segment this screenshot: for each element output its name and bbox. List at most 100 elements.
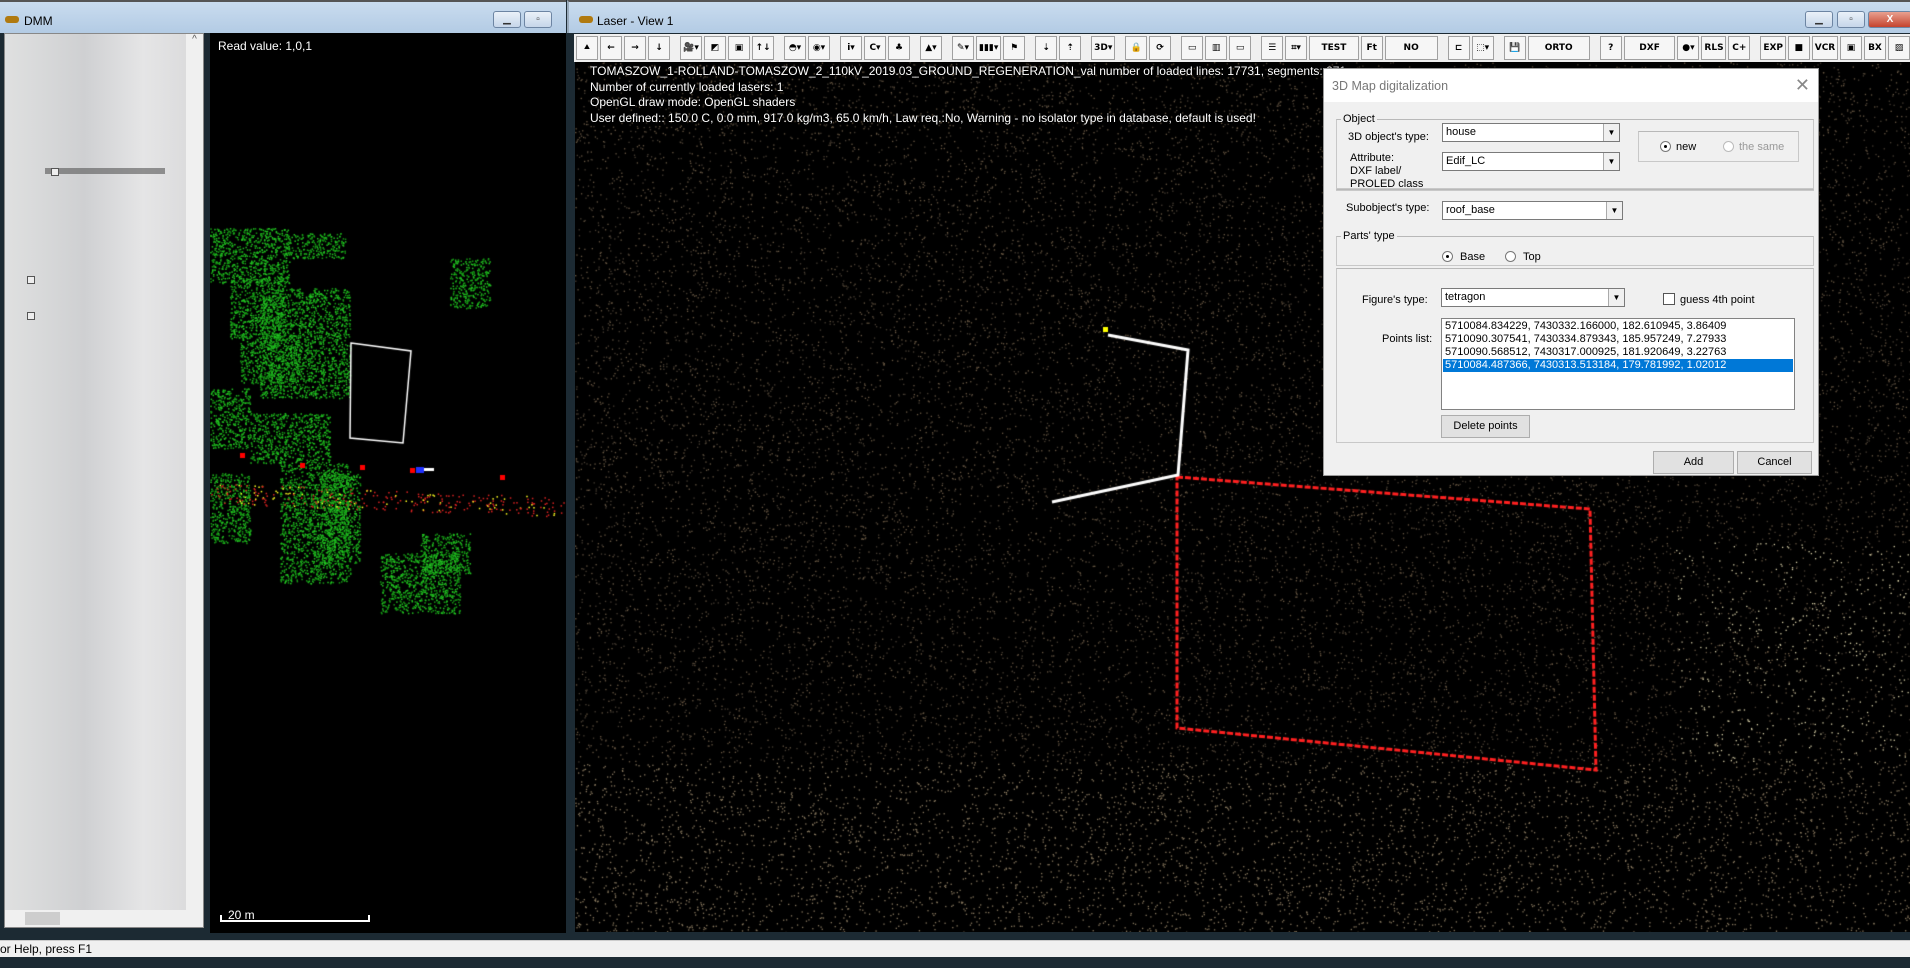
minimize-button[interactable]: ▁: [493, 11, 521, 28]
tree-item[interactable]: [45, 168, 165, 174]
radio-label: Top: [1523, 251, 1541, 263]
map-canvas[interactable]: [210, 33, 566, 933]
window-title: DMM: [24, 14, 53, 28]
points-up-icon[interactable]: ⇡: [1059, 36, 1082, 60]
rainbow-icon[interactable]: ▣: [1839, 36, 1862, 60]
radio-new[interactable]: [1660, 141, 1671, 152]
arrow-down-icon[interactable]: ↓: [648, 36, 670, 60]
maximize-button[interactable]: ▫: [1837, 11, 1865, 28]
chevron-down-icon[interactable]: ▼: [1603, 124, 1619, 141]
app-icon: [5, 16, 19, 23]
lock-box-icon[interactable]: ▣: [728, 36, 750, 60]
digitalization-dialog: 3D Map digitalization ✕ Object 3D object…: [1323, 68, 1819, 476]
map-icon[interactable]: ⚑: [1003, 36, 1026, 60]
3d-print-icon[interactable]: 3D▾: [1091, 36, 1116, 60]
lock-icon[interactable]: 🔒: [1125, 36, 1148, 60]
c-icon[interactable]: C▾: [864, 36, 886, 60]
horizontal-scrollbar[interactable]: [5, 910, 203, 927]
checkbox-label: guess 4th point: [1680, 294, 1755, 306]
point-row[interactable]: 5710084.487366, 7430313.513184, 179.7819…: [1443, 359, 1793, 372]
maximize-button[interactable]: ▫: [524, 11, 552, 28]
scale-bar: [220, 915, 370, 922]
person-icon[interactable]: ●▾: [1677, 36, 1700, 60]
radio-the-same[interactable]: [1723, 141, 1734, 152]
radio-base[interactable]: [1442, 251, 1453, 262]
close-icon[interactable]: ✕: [1795, 75, 1810, 96]
expand-icon[interactable]: [27, 312, 35, 320]
delete-points-button[interactable]: Delete points: [1441, 415, 1530, 438]
color-list-icon[interactable]: C+: [1728, 36, 1751, 60]
grid-icon[interactable]: ▭: [1181, 36, 1204, 60]
cancel-button[interactable]: Cancel: [1737, 451, 1812, 474]
arrow-right-icon[interactable]: →: [624, 36, 646, 60]
book-icon[interactable]: ▥: [1205, 36, 1228, 60]
rls-icon[interactable]: RLS: [1701, 36, 1727, 60]
slope-icon[interactable]: ◩: [704, 36, 726, 60]
radio-label: the same: [1739, 141, 1785, 153]
bx-icon[interactable]: BX: [1863, 36, 1886, 60]
figure-select[interactable]: tetragon ▼: [1441, 288, 1625, 307]
terrain-icon[interactable]: ▲▾: [920, 36, 942, 60]
test-pif-icon[interactable]: TEST PIF: [1309, 36, 1359, 75]
minimize-button[interactable]: ▁: [1805, 11, 1833, 28]
add-button[interactable]: Add: [1653, 451, 1734, 474]
group-label: Object: [1341, 113, 1377, 125]
attribute-label: Attribute:: [1350, 152, 1395, 164]
dmm-map-view[interactable]: Read value: 1,0,1 20 m: [210, 33, 566, 933]
subobject-select[interactable]: roof_base ▼: [1442, 201, 1623, 220]
no-lines-icon[interactable]: NO LINES: [1384, 36, 1438, 75]
target-icon[interactable]: ◉▾: [808, 36, 830, 60]
group-label: Parts' type: [1341, 230, 1397, 242]
attribute-select[interactable]: Edif_LC ▼: [1442, 152, 1620, 171]
save-icon[interactable]: 💾: [1503, 36, 1526, 60]
vcr-icon[interactable]: VCR: [1811, 36, 1838, 60]
expand-icon[interactable]: [51, 168, 59, 176]
figure-label: Figure's type:: [1362, 294, 1428, 306]
guess-4th-point-checkbox[interactable]: [1663, 293, 1675, 305]
vertical-scrollbar[interactable]: ^: [186, 34, 203, 927]
radio-label: new: [1676, 141, 1697, 153]
up-down-icon[interactable]: ↑↓: [752, 36, 774, 60]
status-bar: or Help, press F1: [0, 940, 1910, 957]
tree-list-icon[interactable]: ⊏: [1447, 36, 1470, 60]
read-value: Read value: 1,0,1: [218, 39, 313, 53]
dome-icon[interactable]: ◓▾: [784, 36, 806, 60]
radio-top[interactable]: [1505, 251, 1516, 262]
list-icon[interactable]: ☰: [1261, 36, 1284, 60]
tree-icon[interactable]: ♣: [888, 36, 910, 60]
point-row[interactable]: 5710090.307541, 7430334.879343, 185.9572…: [1443, 333, 1793, 346]
laser-titlebar[interactable]: Laser - View 1 ▁ ▫ X: [567, 0, 1910, 33]
points-down-icon[interactable]: ⇣: [1035, 36, 1058, 60]
chevron-down-icon[interactable]: ▼: [1603, 153, 1619, 170]
points-label: Points list:: [1382, 333, 1433, 345]
object-type-select[interactable]: house ▼: [1442, 123, 1620, 142]
dxf-wrl-icon[interactable]: DXF WRL: [1623, 36, 1676, 75]
select-value: Edif_LC: [1446, 155, 1486, 167]
point-row[interactable]: 5710084.834229, 7430332.166000, 182.6109…: [1443, 320, 1793, 333]
expand-icon[interactable]: [27, 276, 35, 284]
camera-icon[interactable]: 🎥▾: [680, 36, 702, 60]
bars-icon[interactable]: ▮▮▮▾: [976, 36, 1002, 60]
cross-icon[interactable]: ⌗▾: [1285, 36, 1308, 60]
hatch-icon[interactable]: ▨: [1887, 36, 1910, 60]
help-icon[interactable]: ?: [1599, 36, 1622, 60]
layer-tree[interactable]: ^: [4, 33, 204, 928]
close-button[interactable]: X: [1868, 11, 1910, 28]
info-icon[interactable]: i▾: [840, 36, 862, 60]
exp-icon[interactable]: EXP: [1760, 36, 1786, 60]
window-title: Laser - View 1: [597, 14, 674, 28]
select-icon[interactable]: ⬚▾: [1471, 36, 1494, 60]
frame-icon[interactable]: ■: [1787, 36, 1810, 60]
ft-icon[interactable]: Ft: [1360, 36, 1383, 60]
pencil-icon[interactable]: ✎▾: [952, 36, 974, 60]
refresh-icon[interactable]: ⟳: [1149, 36, 1172, 60]
point-row[interactable]: 5710090.568512, 7430317.000925, 181.9206…: [1443, 346, 1793, 359]
dmm-titlebar[interactable]: DMM ▁ ▫: [0, 0, 566, 33]
orto-clas-icon[interactable]: ORTO CLAS: [1527, 36, 1590, 75]
chevron-down-icon[interactable]: ▼: [1608, 289, 1624, 306]
grid2-icon[interactable]: ▭: [1229, 36, 1252, 60]
points-list[interactable]: 5710084.834229, 7430332.166000, 182.6109…: [1441, 318, 1795, 410]
arrow-left-icon[interactable]: ←: [600, 36, 622, 60]
chevron-down-icon[interactable]: ▼: [1606, 202, 1622, 219]
arrow-up-icon[interactable]: ⯅: [576, 36, 598, 60]
